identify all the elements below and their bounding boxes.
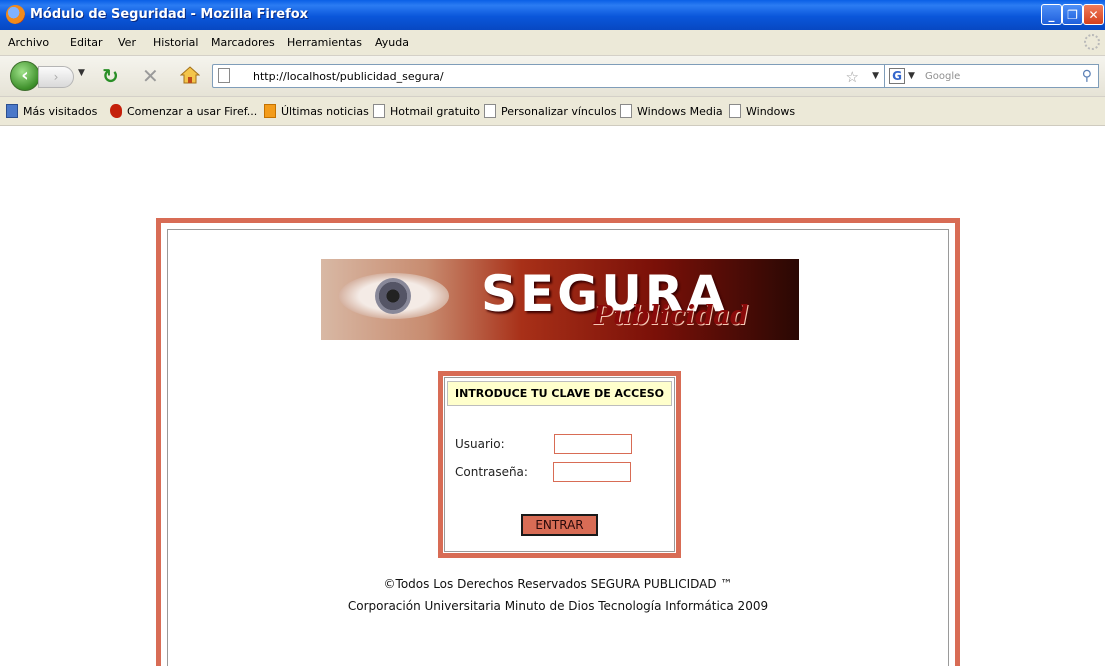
search-icon[interactable]: ⚲ [1082,68,1092,84]
password-label: Contraseña: [455,465,528,479]
bookmark-windows[interactable]: Windows [729,104,795,118]
window-title: Módulo de Seguridad - Mozilla Firefox [30,7,309,22]
bookmark-label: Windows [746,104,796,118]
menu-historial[interactable]: Historial [153,36,198,49]
home-icon[interactable] [180,66,200,84]
bookmarks-toolbar: Más visitados Comenzar a usar Firef... Ú… [0,97,1105,126]
url-text[interactable]: http://localhost/publicidad_segura/ [253,70,444,83]
menu-marcadores[interactable]: Marcadores [211,36,275,49]
firefox-icon [110,104,122,118]
navigation-toolbar: ‹ › ▼ ↻ ✕ http://localhost/publicidad_se… [0,56,1105,97]
footer-copyright: ©Todos Los Derechos Reservados SEGURA PU… [383,577,733,591]
login-heading: INTRODUCE TU CLAVE DE ACCESO [447,381,672,406]
url-dropdown-icon[interactable]: ▼ [872,71,879,81]
bookmark-label: Más visitados [23,104,98,118]
entrar-button[interactable]: ENTRAR [521,514,598,536]
firefox-logo-icon [6,5,25,24]
back-button[interactable]: ‹ [10,61,40,91]
user-input[interactable] [554,434,632,454]
user-label: Usuario: [455,437,505,451]
bookmark-mas-visitados[interactable]: Más visitados [6,104,97,118]
segura-publicidad-banner: SEGURA Publicidad [321,259,799,340]
eye-iris [375,278,411,314]
menu-editar[interactable]: Editar [70,36,103,49]
bookmark-windows-media[interactable]: Windows Media [620,104,723,118]
eye-image [339,273,449,319]
bookmark-personalizar[interactable]: Personalizar vínculos [484,104,616,118]
history-dropdown-icon[interactable]: ▼ [78,68,85,78]
rss-icon [264,104,276,118]
bookmark-label: Hotmail gratuito [390,104,481,118]
bookmark-star-icon[interactable]: ☆ [846,68,859,86]
minimize-button[interactable]: _ [1041,4,1062,25]
stop-icon[interactable]: ✕ [142,64,159,88]
bookmark-hotmail[interactable]: Hotmail gratuito [373,104,480,118]
page-icon [218,68,230,83]
menu-archivo[interactable]: Archivo [8,36,49,49]
bookmark-label: Últimas noticias [281,104,369,118]
bookmark-comenzar[interactable]: Comenzar a usar Firef... [110,104,257,118]
menu-ver[interactable]: Ver [118,36,136,49]
search-bar[interactable]: G ▼ Google ⚲ [884,64,1099,88]
google-engine-icon[interactable]: G [889,68,905,84]
address-bar[interactable]: http://localhost/publicidad_segura/ ☆ ▼ [212,64,890,88]
page-icon [620,104,632,118]
bookmark-label: Personalizar vínculos [501,104,617,118]
password-input[interactable] [553,462,631,482]
most-visited-icon [6,104,18,118]
close-window-button[interactable]: ✕ [1083,4,1104,25]
banner-subword: Publicidad [593,301,749,331]
reload-icon[interactable]: ↻ [102,64,119,88]
bookmark-label: Comenzar a usar Firef... [127,104,258,118]
bookmark-ultimas-noticias[interactable]: Últimas noticias [264,104,369,118]
forward-button[interactable]: › [38,66,74,88]
throbber-icon [1084,34,1100,50]
search-placeholder[interactable]: Google [925,71,960,82]
window-title-bar: Módulo de Seguridad - Mozilla Firefox _ … [0,0,1105,30]
restore-button[interactable]: ❐ [1062,4,1083,25]
menu-herramientas[interactable]: Herramientas [287,36,362,49]
menu-ayuda[interactable]: Ayuda [375,36,409,49]
page-icon [729,104,741,118]
search-engine-dropdown-icon[interactable]: ▼ [908,71,915,81]
page-icon [373,104,385,118]
menu-bar: Archivo Editar Ver Historial Marcadores … [0,30,1105,56]
page-icon [484,104,496,118]
bookmark-label: Windows Media [637,104,723,118]
footer-institution: Corporación Universitaria Minuto de Dios… [347,599,769,613]
